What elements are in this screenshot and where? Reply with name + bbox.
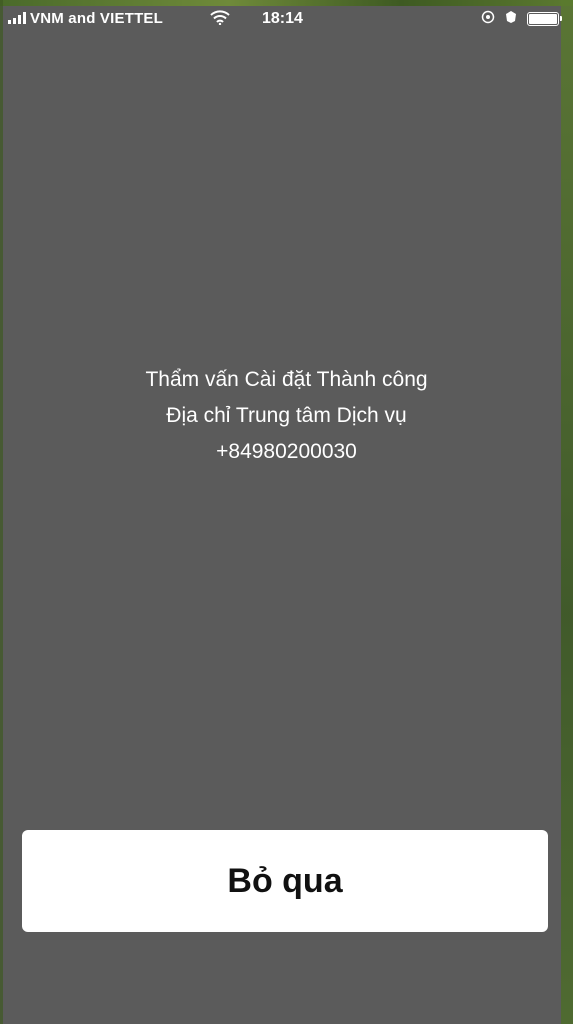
- message-line-number: +84980200030: [216, 440, 357, 463]
- signal-icon: [8, 12, 26, 24]
- alarm-icon: [505, 10, 517, 28]
- carrier-name: VNM and VIETTEL: [30, 10, 164, 27]
- ussd-message: Thẩm vấn Cài đặt Thành công Địa chỉ Trun…: [0, 362, 573, 470]
- message-line-service-center: Địa chỉ Trung tâm Dịch vụ: [166, 404, 407, 427]
- message-line-title: Thẩm vấn Cài đặt Thành công: [145, 368, 428, 391]
- clock-time: 18:14: [262, 10, 303, 27]
- battery-icon: [527, 12, 562, 26]
- skip-button[interactable]: Bỏ qua: [22, 830, 548, 932]
- location-icon: [481, 10, 495, 28]
- background-edge-right: [561, 0, 573, 1024]
- background-edge-left: [0, 0, 3, 1024]
- ussd-result-screen: VNM and VIETTEL 18:14 Thẩm vấn Cài đặt T…: [0, 0, 573, 1024]
- wifi-icon: [210, 10, 230, 29]
- status-bar: VNM and VIETTEL 18:14: [0, 6, 573, 32]
- status-icons: [481, 10, 562, 28]
